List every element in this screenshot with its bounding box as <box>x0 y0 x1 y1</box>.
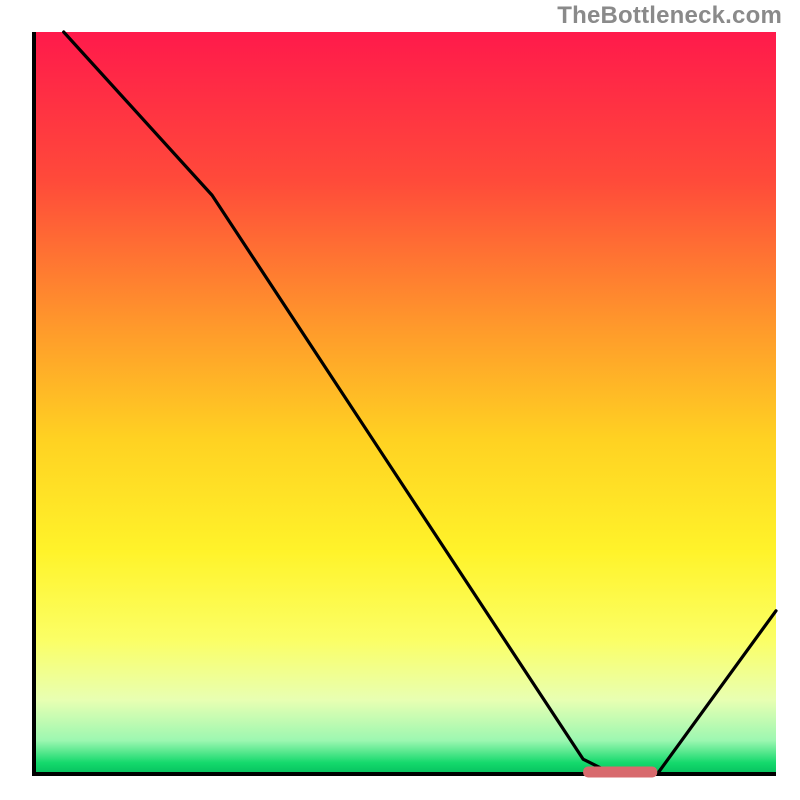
plot-background <box>34 32 776 774</box>
bottleneck-chart <box>0 0 800 800</box>
optimum-marker <box>583 767 657 778</box>
chart-container: TheBottleneck.com <box>0 0 800 800</box>
watermark-text: TheBottleneck.com <box>557 2 782 30</box>
